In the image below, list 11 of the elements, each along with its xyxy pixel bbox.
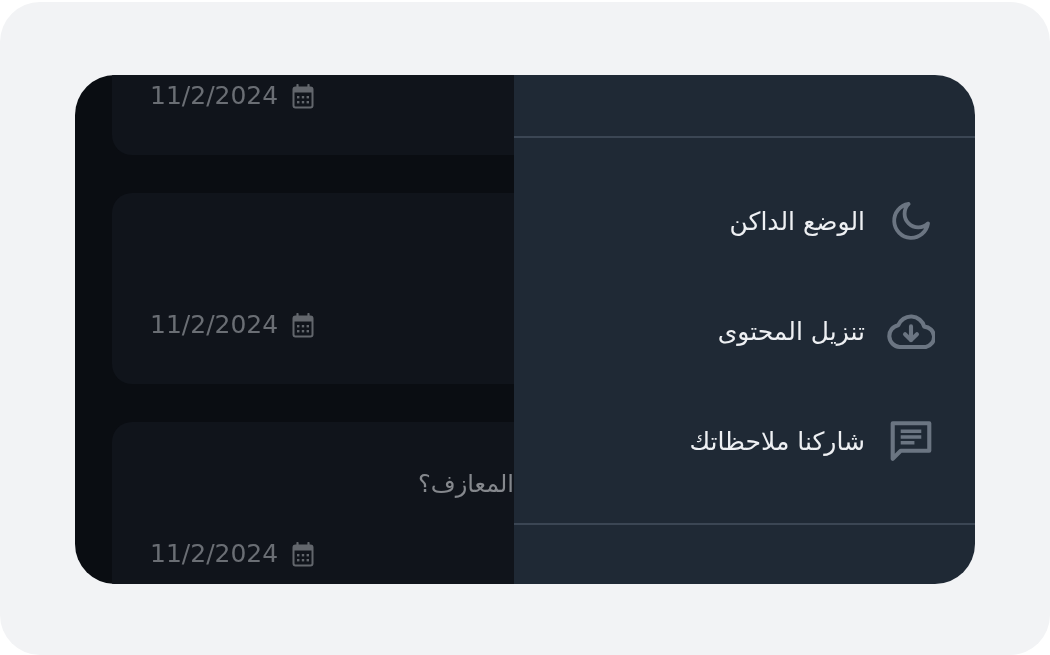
menu-item[interactable]: تنزيل المحتوى xyxy=(514,276,975,386)
date-text: 11/2/2024 xyxy=(150,310,279,340)
date-text: 11/2/2024 xyxy=(150,81,279,111)
question-text: المعازف؟ xyxy=(418,469,514,500)
menu-item[interactable]: شاركنا ملاحظاتك xyxy=(514,386,975,496)
date-text: 11/2/2024 xyxy=(150,539,279,569)
calendar-icon xyxy=(292,541,315,567)
calendar-icon xyxy=(292,83,315,109)
cloud-download-icon xyxy=(887,311,935,351)
menu-item[interactable]: الوضع الداكن xyxy=(514,166,975,276)
calendar-icon xyxy=(292,312,315,338)
